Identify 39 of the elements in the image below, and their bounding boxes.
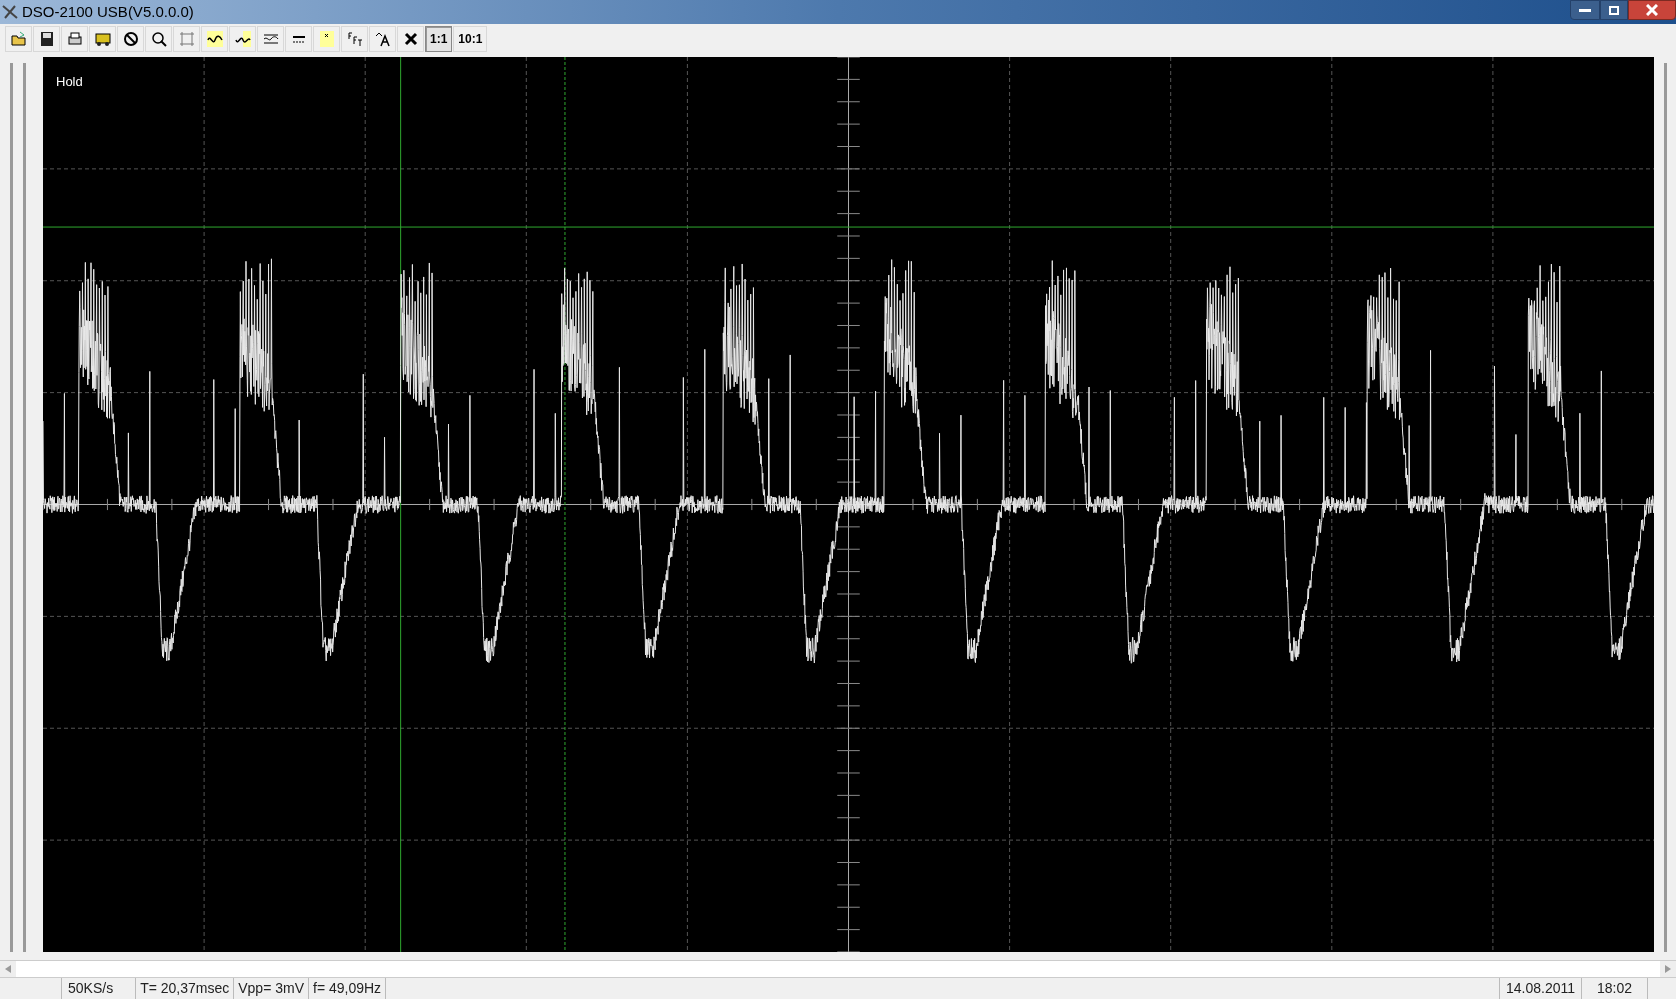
window-title: DSO-2100 USB(V5.0.0.0) <box>22 1 194 22</box>
status-field: Vpp= 3mV <box>234 978 309 999</box>
left-arrow-icon <box>5 965 11 973</box>
status-field: 50KS/s <box>62 978 137 999</box>
toolbar-button[interactable] <box>145 26 172 52</box>
ratio-button[interactable]: 10:1 <box>453 26 488 52</box>
toolbar-button[interactable] <box>397 26 424 52</box>
status-field: 18:02 <box>1582 978 1648 999</box>
status-field: 14.08.2011 <box>1500 978 1582 999</box>
toolbar-button[interactable] <box>33 26 60 52</box>
wave-icon <box>233 30 252 48</box>
minimize-button[interactable] <box>1570 0 1600 20</box>
slider-track[interactable] <box>23 63 26 952</box>
status-field: T= 20,37msec <box>136 978 235 999</box>
restore-button[interactable] <box>1600 0 1628 20</box>
fft-icon <box>345 30 364 48</box>
horizontal-scrollbar[interactable] <box>0 960 1676 978</box>
mode-label: Hold <box>56 73 83 91</box>
toolbar-button[interactable] <box>117 26 144 52</box>
ratio-button[interactable]: 1:1 <box>425 26 453 52</box>
truck-icon <box>93 30 112 48</box>
wave-icon <box>205 30 224 48</box>
toolbar-button[interactable] <box>201 26 228 52</box>
close-button[interactable] <box>1628 0 1676 20</box>
toolbar-button[interactable] <box>285 26 312 52</box>
right-arrow-icon <box>1665 965 1671 973</box>
close-icon <box>1646 4 1658 16</box>
zoom-icon <box>149 30 168 48</box>
printer-icon <box>65 30 84 48</box>
slider-track[interactable] <box>10 63 13 952</box>
toolbar-button[interactable] <box>229 26 256 52</box>
crop-icon <box>177 30 196 48</box>
slider-track[interactable] <box>1663 63 1667 952</box>
stop-icon <box>121 30 140 48</box>
open-folder-icon <box>9 30 28 48</box>
toolbar-button[interactable] <box>369 26 396 52</box>
toolbar-button[interactable] <box>89 26 116 52</box>
status-field: f= 49,09Hz <box>309 978 387 999</box>
app-icon <box>2 4 18 20</box>
